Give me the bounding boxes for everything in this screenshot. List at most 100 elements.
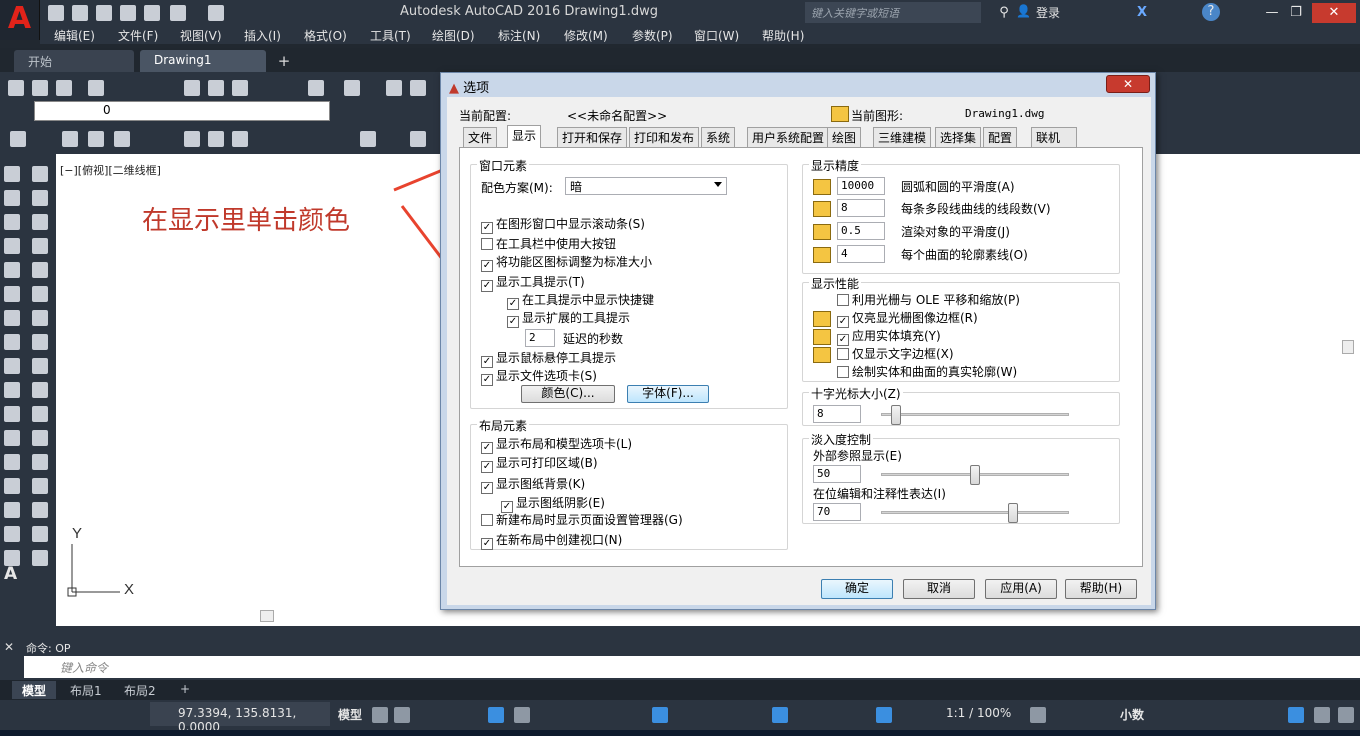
crosshair-size-thumb[interactable] xyxy=(891,405,902,425)
exchange-icon[interactable]: X xyxy=(1132,3,1152,23)
checkbox-paper-background[interactable]: ✓ xyxy=(481,482,493,494)
menu-help[interactable]: 帮助(H) xyxy=(762,27,804,44)
snap-intersection-icon[interactable] xyxy=(88,131,104,147)
add-layout-icon[interactable]: + xyxy=(170,681,200,699)
command-input[interactable]: 键入命令 xyxy=(24,656,1360,678)
checkbox-tooltips[interactable]: ✓ xyxy=(481,280,493,292)
checkbox-layout-tabs[interactable]: ✓ xyxy=(481,442,493,454)
tab-3d-modeling[interactable]: 三维建模 xyxy=(873,127,932,147)
checkbox-extended-tooltips[interactable]: ✓ xyxy=(507,316,519,328)
erase-icon[interactable] xyxy=(32,166,48,182)
polyline-icon[interactable] xyxy=(4,214,20,230)
layer-dropdown[interactable]: 0 xyxy=(34,101,330,121)
explode-icon[interactable] xyxy=(32,550,48,566)
restore-icon[interactable]: ❐ xyxy=(1286,3,1306,23)
close-icon[interactable]: ✕ xyxy=(1312,3,1356,23)
check-silhouettes[interactable]: 绘制实体和曲面的真实轮廓(W) xyxy=(837,365,1017,381)
checkbox-printable-area[interactable]: ✓ xyxy=(481,461,493,473)
dialog-close-button[interactable]: ✕ xyxy=(1106,75,1150,93)
menu-edit[interactable]: 编辑(E) xyxy=(54,27,95,44)
toolbar-save-icon[interactable] xyxy=(56,80,72,96)
check-text-boundary[interactable]: 仅显示文字边框(X) xyxy=(837,347,954,363)
break-icon[interactable] xyxy=(32,430,48,446)
check-create-viewport[interactable]: ✓ 在新布局中创建视口(N) xyxy=(481,533,622,550)
scale-icon[interactable] xyxy=(32,334,48,350)
snap-none-icon[interactable] xyxy=(410,131,426,147)
tab-start[interactable]: 开始 xyxy=(14,50,134,72)
check-shortcut-keys[interactable]: ✓ 在工具提示中显示快捷键 xyxy=(507,293,654,310)
hardware-acceleration-icon[interactable] xyxy=(1314,707,1330,723)
toolbar-cut-icon[interactable] xyxy=(184,80,200,96)
colors-button[interactable]: 颜色(C)... xyxy=(521,385,615,403)
menu-dimension[interactable]: 标注(N) xyxy=(498,27,540,44)
checkbox-solid-fill[interactable]: ✓ xyxy=(837,334,849,346)
undo-icon[interactable] xyxy=(170,5,186,21)
extend-icon[interactable] xyxy=(32,406,48,422)
minimize-icon[interactable]: — xyxy=(1262,3,1282,23)
spline-icon[interactable] xyxy=(4,358,20,374)
crosshair-size-input[interactable]: 8 xyxy=(813,405,861,423)
tab-selection[interactable]: 选择集 xyxy=(935,127,982,147)
polygon-icon[interactable] xyxy=(4,238,20,254)
tab-online[interactable]: 联机 xyxy=(1031,127,1077,147)
snap-center-icon[interactable] xyxy=(184,131,200,147)
menu-tools[interactable]: 工具(T) xyxy=(370,27,411,44)
cancel-button[interactable]: 取消 xyxy=(903,579,975,599)
trim-icon[interactable] xyxy=(32,382,48,398)
tab-files[interactable]: 文件 xyxy=(463,127,498,147)
menu-format[interactable]: 格式(O) xyxy=(304,27,347,44)
check-large-buttons[interactable]: 在工具栏中使用大按钮 xyxy=(481,237,616,253)
login-link[interactable]: 登录 xyxy=(1036,4,1060,21)
contour-lines-input[interactable]: 4 xyxy=(837,245,885,263)
checkbox-scrollbars[interactable]: ✓ xyxy=(481,222,493,234)
revision-cloud-icon[interactable] xyxy=(4,334,20,350)
toolbar-redo-icon[interactable] xyxy=(344,80,360,96)
circle-icon[interactable] xyxy=(4,310,20,326)
menu-insert[interactable]: 插入(I) xyxy=(244,27,281,44)
toolbar-print-icon[interactable] xyxy=(88,80,104,96)
check-page-setup-manager[interactable]: 新建布局时显示页面设置管理器(G) xyxy=(481,513,683,529)
ellipse-arc-icon[interactable] xyxy=(4,406,20,422)
tab-display[interactable]: 显示 xyxy=(507,125,542,148)
copy-icon[interactable] xyxy=(32,190,48,206)
snap-endpoint-icon[interactable] xyxy=(10,131,26,147)
rectangle-icon[interactable] xyxy=(4,262,20,278)
horizontal-scrollbar-thumb[interactable] xyxy=(260,610,274,622)
toolbar-new-icon[interactable] xyxy=(8,80,24,96)
add-tab-icon[interactable]: + xyxy=(274,52,294,70)
snap-node-icon[interactable] xyxy=(360,131,376,147)
units-dropdown[interactable]: 小数 xyxy=(1120,706,1144,723)
check-file-tabs[interactable]: ✓ 显示文件选项卡(S) xyxy=(481,369,597,386)
redo-icon[interactable] xyxy=(208,5,224,21)
inplace-edit-thumb[interactable] xyxy=(1007,503,1018,523)
tab-model[interactable]: 模型 xyxy=(12,681,57,699)
checkbox-text-boundary[interactable] xyxy=(837,348,849,360)
arc-icon[interactable] xyxy=(4,286,20,302)
menu-file[interactable]: 文件(F) xyxy=(118,27,158,44)
snap-icon[interactable] xyxy=(394,707,410,723)
workspace-gear-icon[interactable] xyxy=(1030,707,1046,723)
chamfer-icon[interactable] xyxy=(32,478,48,494)
mirror-icon[interactable] xyxy=(32,214,48,230)
snap-apparent-icon[interactable] xyxy=(114,131,130,147)
isolate-objects-icon[interactable] xyxy=(1288,707,1304,723)
help-button[interactable]: 帮助(H) xyxy=(1065,579,1137,599)
check-raster-ole[interactable]: 利用光栅与 OLE 平移和缩放(P) xyxy=(837,293,1020,309)
join-icon[interactable] xyxy=(32,454,48,470)
color-scheme-select[interactable]: 暗 xyxy=(565,177,727,195)
snap-tangent-icon[interactable] xyxy=(232,131,248,147)
check-solid-fill[interactable]: ✓ 应用实体填充(Y) xyxy=(837,329,941,346)
arc-smoothness-input[interactable]: 10000 xyxy=(837,177,885,195)
toolbar-open-icon[interactable] xyxy=(32,80,48,96)
multiline-text-icon[interactable]: A xyxy=(4,564,17,584)
ellipse-icon[interactable] xyxy=(4,382,20,398)
hatch-icon[interactable] xyxy=(4,502,20,518)
rotate-icon[interactable] xyxy=(32,310,48,326)
inplace-edit-input[interactable]: 70 xyxy=(813,503,861,521)
toolbar-paste-icon[interactable] xyxy=(232,80,248,96)
construction-line-icon[interactable] xyxy=(4,190,20,206)
checkbox-large-buttons[interactable] xyxy=(481,238,493,250)
check-rollover-tooltips[interactable]: ✓ 显示鼠标悬停工具提示 xyxy=(481,351,616,368)
gradient-icon[interactable] xyxy=(4,526,20,542)
help-icon[interactable]: ? xyxy=(1202,3,1220,21)
